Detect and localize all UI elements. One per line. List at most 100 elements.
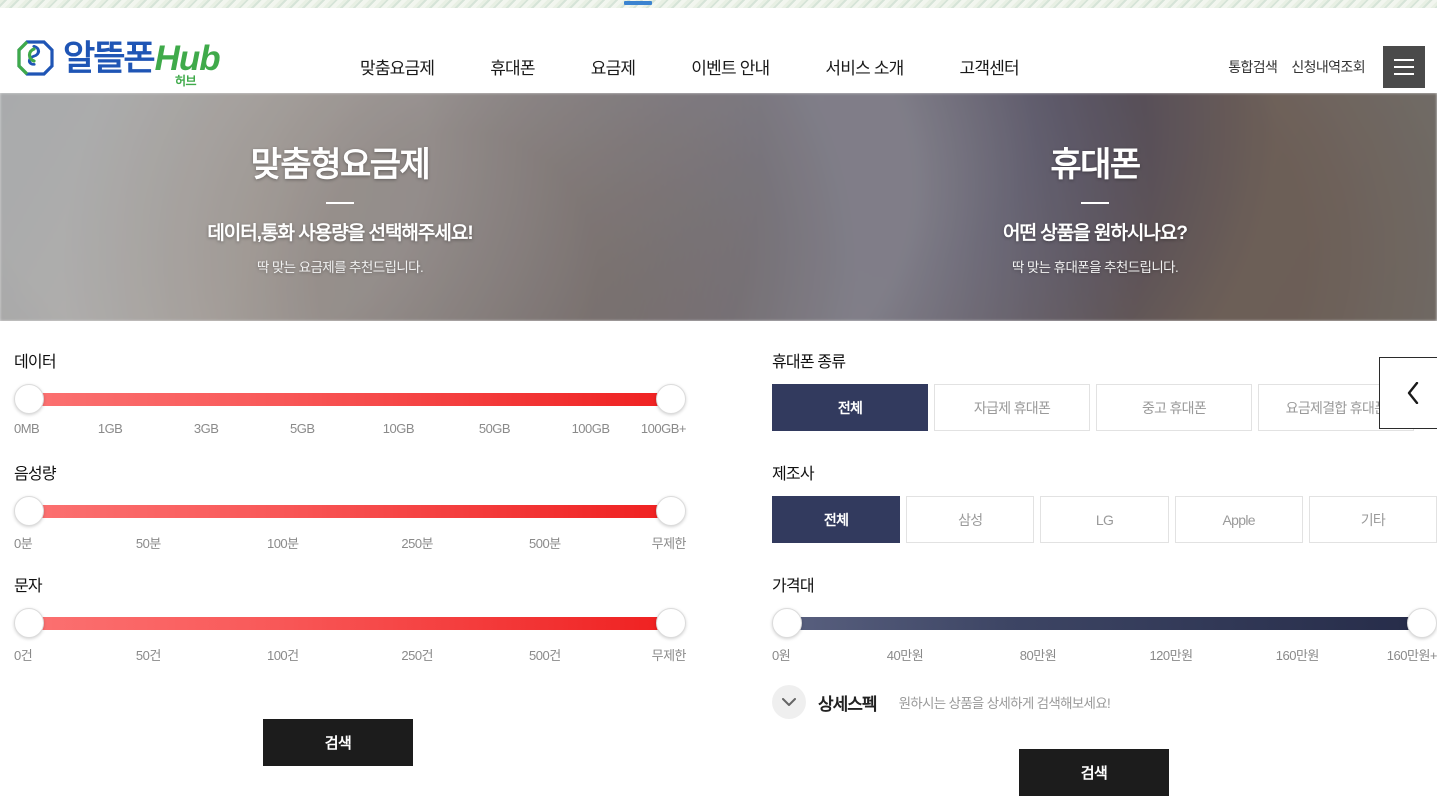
logo-text-sub: 허브 bbox=[175, 72, 196, 89]
price-slider-label: 가격대 bbox=[772, 572, 1437, 596]
top-strip-blue-marker bbox=[624, 1, 652, 5]
hero-right-divider bbox=[1081, 202, 1109, 204]
phone-type-option-used[interactable]: 중고 휴대폰 bbox=[1096, 384, 1252, 431]
nav-item-custom-plan[interactable]: 맞춤요금제 bbox=[360, 48, 434, 85]
sms-tick-4: 500건 bbox=[529, 645, 561, 664]
logo-text-korean: 알뜰폰 bbox=[63, 41, 154, 76]
voice-tick-3: 250분 bbox=[401, 533, 433, 552]
manufacturer-option-other[interactable]: 기타 bbox=[1309, 496, 1437, 543]
data-slider-block: 데이터 0MB 1GB 3GB 5GB 10GB 50GB 100GB 100G… bbox=[14, 348, 686, 439]
sms-tick-5: 무제한 bbox=[652, 645, 686, 664]
top-decoration-strip bbox=[0, 0, 1437, 8]
nav-item-service-info[interactable]: 서비스 소개 bbox=[825, 48, 903, 85]
price-slider-handle-min[interactable] bbox=[772, 608, 802, 638]
chevron-left-icon[interactable] bbox=[1379, 357, 1437, 429]
voice-slider-ticks: 0분 50분 100분 250분 500분 무제한 bbox=[14, 533, 686, 551]
manufacturer-options: 전체 삼성 LG Apple 기타 bbox=[772, 496, 1437, 543]
nav-item-events[interactable]: 이벤트 안내 bbox=[691, 48, 769, 85]
data-tick-4: 10GB bbox=[383, 421, 414, 436]
data-tick-7: 100GB+ bbox=[641, 421, 686, 436]
sms-tick-2: 100건 bbox=[267, 645, 299, 664]
sms-tick-1: 50건 bbox=[136, 645, 161, 664]
phone-type-label: 휴대폰 종류 bbox=[772, 348, 1437, 372]
hero-left-divider bbox=[326, 202, 354, 204]
data-tick-0: 0MB bbox=[14, 421, 39, 436]
detail-spec-toggle[interactable]: 상세스펙 원하시는 상품을 상세하게 검색해보세요! bbox=[772, 685, 1110, 719]
detail-spec-title: 상세스펙 bbox=[818, 690, 877, 715]
integrated-search-link[interactable]: 통합검색 bbox=[1228, 57, 1277, 77]
phone-type-block: 휴대폰 종류 전체 자급제 휴대폰 중고 휴대폰 요금제결합 휴대폰 bbox=[772, 348, 1437, 431]
sms-slider-handle-min[interactable] bbox=[14, 608, 44, 638]
sms-tick-3: 250건 bbox=[401, 645, 433, 664]
voice-slider-handle-max[interactable] bbox=[656, 496, 686, 526]
voice-tick-1: 50분 bbox=[136, 533, 161, 552]
voice-slider-label: 음성량 bbox=[14, 460, 686, 484]
phone-type-option-unlocked[interactable]: 자급제 휴대폰 bbox=[934, 384, 1090, 431]
sms-slider[interactable] bbox=[14, 608, 686, 638]
voice-slider-handle-min[interactable] bbox=[14, 496, 44, 526]
data-slider-handle-min[interactable] bbox=[14, 384, 44, 414]
site-header: 알뜰폰 Hub 허브 맞춤요금제 휴대폰 요금제 이벤트 안내 서비스 소개 고… bbox=[0, 8, 1437, 93]
voice-tick-0: 0분 bbox=[14, 533, 32, 552]
application-history-link[interactable]: 신청내역조회 bbox=[1291, 57, 1365, 77]
detail-spec-description: 원하시는 상품을 상세하게 검색해보세요! bbox=[899, 692, 1110, 712]
main-navigation: 맞춤요금제 휴대폰 요금제 이벤트 안내 서비스 소개 고객센터 bbox=[360, 48, 1019, 85]
chevron-down-icon bbox=[772, 685, 806, 719]
hero-left-description: 딱 맞는 요금제를 추천드립니다. bbox=[257, 256, 423, 276]
price-slider[interactable] bbox=[772, 608, 1437, 638]
manufacturer-label: 제조사 bbox=[772, 460, 1437, 484]
price-tick-5: 160만원+ bbox=[1387, 645, 1437, 664]
voice-slider[interactable] bbox=[14, 496, 686, 526]
price-tick-3: 120만원 bbox=[1149, 645, 1192, 664]
nav-item-plans[interactable]: 요금제 bbox=[591, 48, 636, 85]
price-slider-block: 가격대 0원 40만원 80만원 120만원 160만원 160만원+ bbox=[772, 572, 1437, 663]
logo-text-hub: Hub bbox=[155, 41, 220, 76]
data-tick-5: 50GB bbox=[479, 421, 510, 436]
phone-type-options: 전체 자급제 휴대폰 중고 휴대폰 요금제결합 휴대폰 bbox=[772, 384, 1437, 431]
hero-right-title: 휴대폰 bbox=[1050, 137, 1139, 186]
sms-slider-block: 문자 0건 50건 100건 250건 500건 무제한 bbox=[14, 572, 686, 663]
data-slider-ticks: 0MB 1GB 3GB 5GB 10GB 50GB 100GB 100GB+ bbox=[14, 421, 686, 439]
sms-slider-label: 문자 bbox=[14, 572, 686, 596]
phone-type-option-all[interactable]: 전체 bbox=[772, 384, 928, 431]
data-slider-label: 데이터 bbox=[14, 348, 686, 372]
plan-search-button[interactable]: 검색 bbox=[263, 719, 413, 766]
manufacturer-option-all[interactable]: 전체 bbox=[772, 496, 900, 543]
phone-search-button[interactable]: 검색 bbox=[1019, 749, 1169, 796]
hero-right-subtitle: 어떤 상품을 원하시나요? bbox=[1003, 218, 1187, 245]
price-slider-handle-max[interactable] bbox=[1407, 608, 1437, 638]
hero-banner: 맞춤형요금제 데이터,통화 사용량을 선택해주세요! 딱 맞는 요금제를 추천드… bbox=[0, 93, 1437, 321]
manufacturer-option-lg[interactable]: LG bbox=[1040, 496, 1168, 543]
chevron-left-glyph bbox=[1407, 382, 1420, 404]
sms-tick-0: 0건 bbox=[14, 645, 32, 664]
data-tick-2: 3GB bbox=[194, 421, 219, 436]
manufacturer-option-apple[interactable]: Apple bbox=[1175, 496, 1303, 543]
nav-item-support[interactable]: 고객센터 bbox=[960, 48, 1019, 85]
sms-slider-handle-max[interactable] bbox=[656, 608, 686, 638]
nav-item-phones[interactable]: 휴대폰 bbox=[490, 48, 535, 85]
data-tick-1: 1GB bbox=[98, 421, 123, 436]
price-slider-track bbox=[786, 617, 1423, 630]
voice-tick-4: 500분 bbox=[529, 533, 561, 552]
data-tick-6: 100GB bbox=[572, 421, 610, 436]
chevron-down-glyph bbox=[782, 698, 796, 707]
hero-left-title: 맞춤형요금제 bbox=[251, 137, 430, 186]
phone-filter-panel: 휴대폰 종류 전체 자급제 휴대폰 중고 휴대폰 요금제결합 휴대폰 제조사 전… bbox=[765, 330, 1437, 790]
voice-tick-5: 무제한 bbox=[652, 533, 686, 552]
data-slider-handle-max[interactable] bbox=[656, 384, 686, 414]
voice-tick-2: 100분 bbox=[267, 533, 299, 552]
header-utility-area: 통합검색 신청내역조회 bbox=[1228, 46, 1425, 88]
voice-slider-track bbox=[28, 505, 672, 518]
data-slider[interactable] bbox=[14, 384, 686, 414]
data-tick-3: 5GB bbox=[290, 421, 315, 436]
hamburger-icon[interactable] bbox=[1383, 46, 1425, 88]
voice-slider-block: 음성량 0분 50분 100분 250분 500분 무제한 bbox=[14, 460, 686, 551]
data-slider-track bbox=[28, 393, 672, 406]
sms-slider-ticks: 0건 50건 100건 250건 500건 무제한 bbox=[14, 645, 686, 663]
price-slider-ticks: 0원 40만원 80만원 120만원 160만원 160만원+ bbox=[772, 645, 1437, 663]
site-logo[interactable]: 알뜰폰 Hub 허브 bbox=[14, 38, 220, 78]
sms-slider-track bbox=[28, 617, 672, 630]
manufacturer-option-samsung[interactable]: 삼성 bbox=[906, 496, 1034, 543]
logo-mark-icon bbox=[14, 38, 54, 78]
price-tick-2: 80만원 bbox=[1020, 645, 1056, 664]
